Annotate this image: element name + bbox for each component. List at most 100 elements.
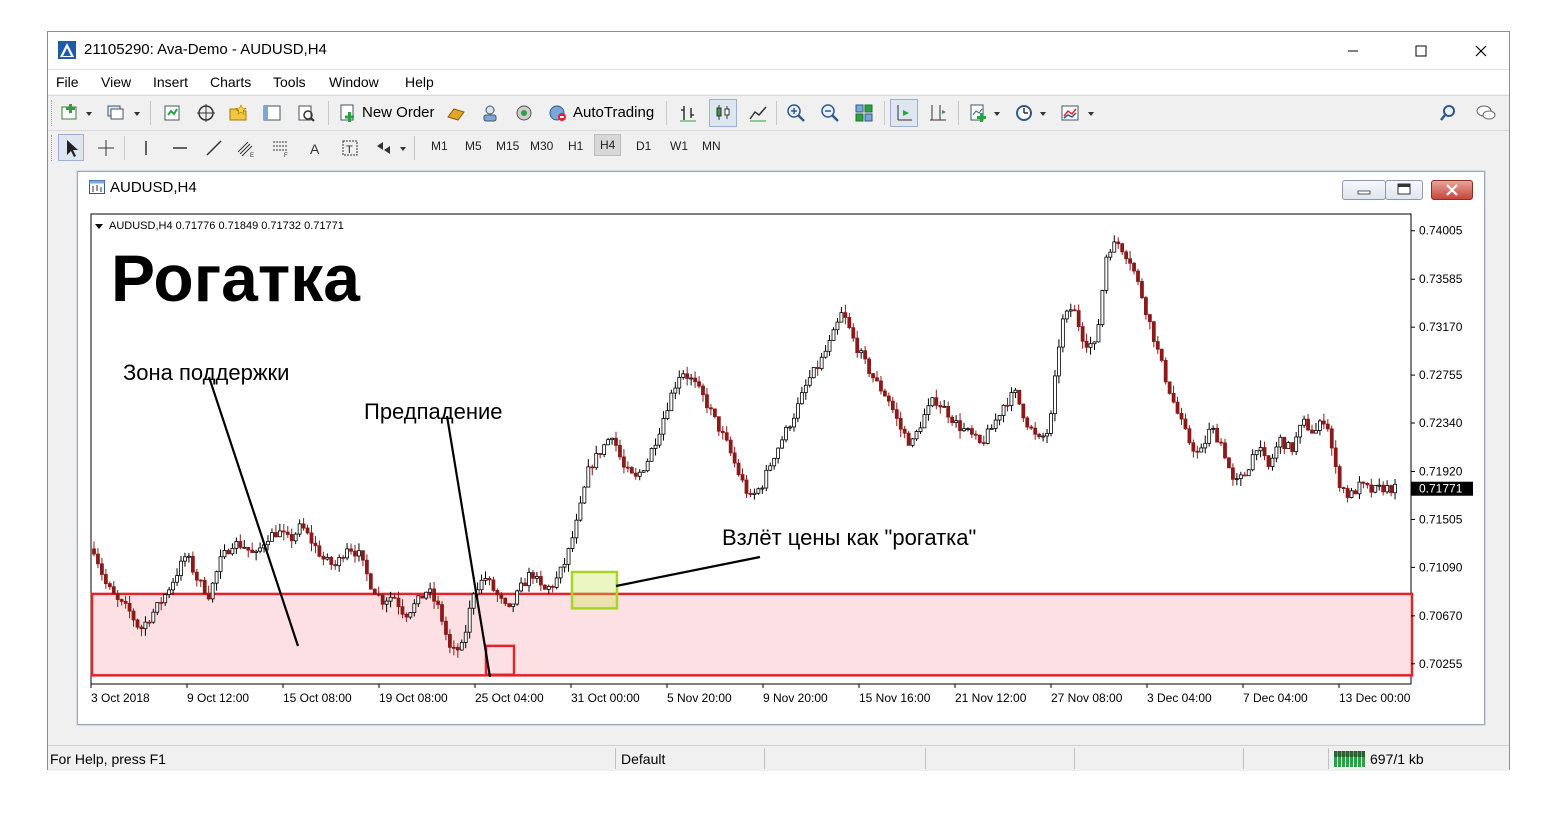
candle-body [448,634,452,648]
candle-body [507,603,512,607]
connection-status-icon[interactable] [1334,751,1366,767]
candle-body [1369,484,1374,493]
candle-body [1017,389,1022,405]
navigator-icon[interactable] [228,103,248,123]
tile-windows-icon[interactable] [854,103,874,123]
timeframe-m15[interactable]: M15 [496,139,519,153]
candle-body [467,607,472,633]
candle-body [1128,258,1132,264]
templates-icon[interactable] [1060,103,1080,123]
autotrading-button[interactable]: AutoTrading [546,100,662,126]
candle-body [1341,487,1346,489]
bar-chart-icon[interactable] [678,103,698,123]
candle-body [724,432,729,441]
market-icon[interactable] [514,103,534,123]
text-label-icon[interactable]: T [340,138,360,158]
line-chart-icon[interactable] [748,103,768,123]
candle-body [1270,457,1275,467]
candle-body [392,596,397,599]
candle-body [250,549,255,553]
gold-bars-icon[interactable] [446,103,466,123]
candlestick-chart-button[interactable] [709,99,737,127]
candle-body [1242,474,1247,477]
data-window-icon[interactable] [196,103,216,123]
profiles-icon[interactable] [106,103,126,123]
candle-body [487,578,492,581]
menu-window[interactable]: Window [329,74,379,90]
chevron-down-icon[interactable] [1040,112,1046,116]
timeframe-h4[interactable]: H4 [594,134,622,156]
fibonacci-icon[interactable]: F [270,138,290,158]
horizontal-line-icon[interactable] [170,138,190,158]
menu-charts[interactable]: Charts [210,74,251,90]
candle-body [1009,392,1014,406]
new-order-button[interactable]: New Order [336,100,436,126]
candle-body [748,493,753,495]
timeframe-h1[interactable]: H1 [568,139,583,153]
candle-body [1278,436,1283,448]
menu-tools[interactable]: Tools [273,74,306,90]
crosshair-icon[interactable] [96,138,116,158]
trendline-icon[interactable] [204,138,224,158]
equidistant-channel-icon[interactable]: E [236,138,256,158]
candle-body [230,547,235,555]
candle-body [756,488,761,494]
close-button[interactable] [1458,32,1504,69]
timeframe-m30[interactable]: M30 [530,139,553,153]
zoom-in-icon[interactable] [786,103,806,123]
timeframe-m1[interactable]: M1 [431,139,448,153]
indicators-icon[interactable] [968,103,988,123]
candle-body [1246,469,1251,477]
chevron-down-icon[interactable] [994,112,1000,116]
minimize-button[interactable] [1330,32,1376,69]
arrows-icon[interactable] [374,138,394,158]
title-bar: 21105290: Ava-Demo - AUDUSD,H4 [48,32,1509,70]
candle-body [1136,270,1140,282]
candle-body [246,546,251,551]
timeframe-d1[interactable]: D1 [636,139,651,153]
candle-body [712,408,717,418]
candle-body [313,542,318,547]
chevron-down-icon[interactable] [134,112,140,116]
strategy-tester-icon[interactable] [296,103,316,123]
current-price-label: 0.71771 [1419,482,1463,496]
timeframe-m5[interactable]: M5 [465,139,482,153]
menu-view[interactable]: View [101,74,131,90]
search-icon[interactable] [1438,103,1458,123]
menu-insert[interactable]: Insert [153,74,188,90]
candle-body [1005,404,1010,407]
periods-clock-icon[interactable] [1014,103,1034,123]
signals-icon[interactable] [480,103,500,123]
toolbar-grip[interactable] [51,100,55,126]
chevron-down-icon[interactable] [400,147,406,151]
cursor-button[interactable] [58,134,84,161]
timeframe-mn[interactable]: MN [702,139,721,153]
text-tool-icon[interactable]: A [306,138,326,158]
chat-icon[interactable] [1476,103,1496,123]
candle-body [1333,447,1338,468]
price-chart[interactable]: 0.74005 0.73585 0.73170 0.72755 0.72340 0.719… [78,172,1484,724]
vertical-line-icon[interactable] [136,138,156,158]
candle-body [1306,418,1310,431]
candle-body [159,602,164,604]
market-watch-icon[interactable] [162,103,182,123]
chart-shift-icon[interactable] [928,103,948,123]
menu-file[interactable]: File [56,74,79,90]
terminal-icon[interactable] [262,103,282,123]
candle-body [1314,430,1318,434]
candle-body [1294,436,1299,453]
candle-body [894,409,899,419]
zoom-out-icon[interactable] [820,103,840,123]
autoscroll-button[interactable] [890,99,918,127]
new-chart-icon[interactable] [60,103,80,123]
timeframe-w1[interactable]: W1 [670,139,688,153]
candle-body [459,642,464,651]
candle-body [934,397,939,406]
maximize-button[interactable] [1398,32,1444,69]
toolbar-grip[interactable] [51,135,55,161]
chevron-down-icon[interactable] [86,112,92,116]
menu-help[interactable]: Help [405,74,434,90]
candle-body [1254,450,1259,456]
candle-body [270,532,274,542]
chevron-down-icon[interactable] [1088,112,1094,116]
